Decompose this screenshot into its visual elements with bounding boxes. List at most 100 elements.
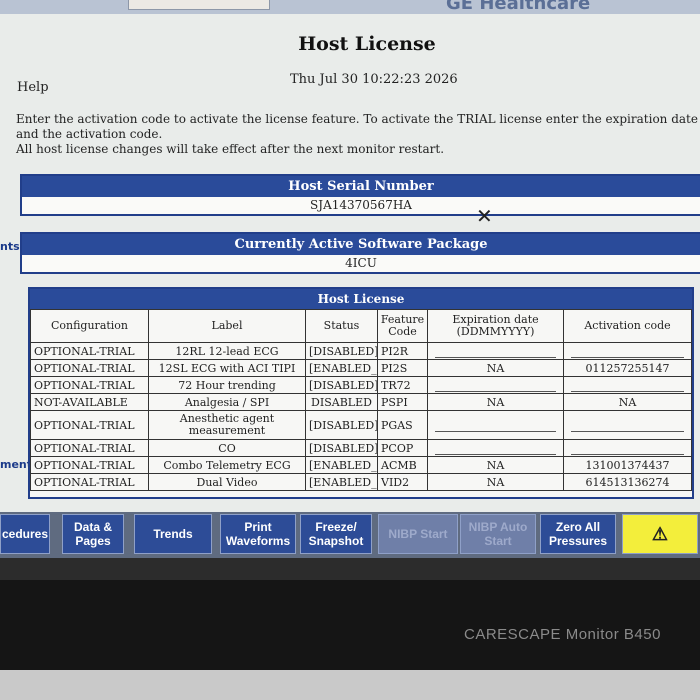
table-row: OPTIONAL-TRIAL Anesthetic agent measureme…	[30, 410, 692, 440]
empty-input-line[interactable]	[435, 345, 556, 358]
col-activation: Activation code	[563, 309, 692, 343]
close-icon[interactable]: ✕	[476, 204, 493, 228]
trends-button[interactable]: Trends	[134, 514, 212, 554]
empty-input-line[interactable]	[435, 442, 556, 455]
expiration-date-field[interactable]: NA	[427, 359, 564, 377]
cell-configuration: NOT-AVAILABLE	[30, 393, 149, 411]
bezel-shine	[0, 558, 700, 580]
software-package-value: 4ICU	[345, 256, 377, 270]
nibp-start-button[interactable]: NIBP Start	[378, 514, 458, 554]
license-table-header: Host License	[30, 289, 692, 309]
table-row: OPTIONAL-TRIAL Combo Telemetry ECG [ENABLE…	[30, 456, 692, 474]
expiration-date-field[interactable]: NA	[427, 456, 564, 474]
expiration-date-field[interactable]: NA	[427, 473, 564, 491]
cell-label: 12SL ECG with ACI TIPI	[148, 359, 306, 377]
col-label: Label	[148, 309, 306, 343]
cell-feature-code: PSPI	[377, 393, 428, 411]
empty-input-line[interactable]	[435, 419, 556, 432]
col-expiration: Expiration date (DDMMYYYY)	[427, 309, 564, 343]
empty-input-line[interactable]	[571, 345, 684, 358]
expiration-date-field[interactable]	[427, 376, 564, 394]
empty-input-line[interactable]	[571, 419, 684, 432]
cell-configuration: OPTIONAL-TRIAL	[30, 359, 149, 377]
table-row: NOT-AVAILABLE Analgesia / SPI DISABLED PSPI…	[30, 393, 692, 411]
instructions: Enter the activation code to activate th…	[16, 112, 700, 157]
serial-number-value: SJA14370567HA	[310, 198, 412, 212]
cell-status: [DISABLED]	[305, 410, 378, 440]
empty-input-line[interactable]	[571, 442, 684, 455]
activation-code-field[interactable]	[563, 376, 692, 394]
device-model-label: CARESCAPE Monitor B450	[464, 626, 661, 643]
help-label[interactable]: Help	[17, 80, 49, 95]
cell-status: [DISABLED]	[305, 376, 378, 394]
table-row: OPTIONAL-TRIAL 72 Hour trending [DISABLED]…	[30, 376, 692, 394]
cell-configuration: OPTIONAL-TRIAL	[30, 473, 149, 491]
cell-feature-code: TR72	[377, 376, 428, 394]
cell-status: DISABLED	[305, 393, 378, 411]
col-status: Status	[305, 309, 378, 343]
table-row: OPTIONAL-TRIAL 12SL ECG with ACI TIPI [ENA…	[30, 359, 692, 377]
software-package-header: Currently Active Software Package	[22, 234, 700, 255]
expiration-date-field[interactable]	[427, 410, 564, 440]
alarm-silence-icon[interactable]: ⚠	[622, 514, 698, 554]
table-row: OPTIONAL-TRIAL 12RL 12-lead ECG [DISABLED]…	[30, 342, 692, 360]
cell-configuration: OPTIONAL-TRIAL	[30, 456, 149, 474]
expiration-date-field[interactable]: NA	[427, 393, 564, 411]
col-configuration: Configuration	[30, 309, 149, 343]
monitor-screen: GE Healthcare Host License Thu Jul 30 10…	[0, 0, 700, 558]
cell-feature-code: PI2S	[377, 359, 428, 377]
top-tab[interactable]	[128, 0, 270, 10]
brand-logo: GE Healthcare	[446, 0, 591, 14]
freeze-snapshot-button[interactable]: Freeze/ Snapshot	[300, 514, 372, 554]
col-feature-code: Feature Code	[377, 309, 428, 343]
expiration-date-field[interactable]	[427, 439, 564, 457]
print-waveforms-button[interactable]: Print Waveforms	[220, 514, 296, 554]
activation-code-field[interactable]: NA	[563, 393, 692, 411]
cell-label: CO	[148, 439, 306, 457]
activation-code-field[interactable]: 614513136274	[563, 473, 692, 491]
cell-configuration: OPTIONAL-TRIAL	[30, 376, 149, 394]
table-row: OPTIONAL-TRIAL Dual Video [ENABLED_] VID2 NA…	[30, 473, 692, 491]
activation-code-field[interactable]	[563, 410, 692, 440]
software-package-box: Currently Active Software Package 4ICU	[20, 232, 700, 274]
expiration-date-field[interactable]	[427, 342, 564, 360]
datetime: Thu Jul 30 10:22:23 2026	[290, 72, 458, 87]
cell-feature-code: PI2R	[377, 342, 428, 360]
activation-code-field[interactable]	[563, 342, 692, 360]
cell-status: [ENABLED_]	[305, 359, 378, 377]
nibp-auto-start-button[interactable]: NIBP Auto Start	[460, 514, 536, 554]
monitor-bottom-edge	[0, 670, 700, 700]
cell-configuration: OPTIONAL-TRIAL	[30, 439, 149, 457]
instruction-line: Enter the activation code to activate th…	[16, 112, 698, 141]
cell-configuration: OPTIONAL-TRIAL	[30, 342, 149, 360]
cell-label: Analgesia / SPI	[148, 393, 306, 411]
cell-feature-code: PCOP	[377, 439, 428, 457]
activation-code-field[interactable]: 011257255147	[563, 359, 692, 377]
cell-status: [ENABLED_]	[305, 473, 378, 491]
cell-feature-code: VID2	[377, 473, 428, 491]
serial-number-header: Host Serial Number	[22, 176, 700, 197]
cell-label: Dual Video	[148, 473, 306, 491]
cell-configuration: OPTIONAL-TRIAL	[30, 410, 149, 440]
activation-code-field[interactable]: 131001374437	[563, 456, 692, 474]
empty-input-line[interactable]	[571, 379, 684, 392]
side-label-nts: nts	[0, 240, 20, 253]
cell-feature-code: PGAS	[377, 410, 428, 440]
cell-status: [DISABLED]	[305, 342, 378, 360]
cell-label: 72 Hour trending	[148, 376, 306, 394]
page-title: Host License	[298, 33, 436, 55]
cell-status: [ENABLED_]	[305, 456, 378, 474]
host-license-table: Host License Configuration Label Status …	[28, 287, 694, 499]
cell-label: 12RL 12-lead ECG	[148, 342, 306, 360]
activation-code-field[interactable]	[563, 439, 692, 457]
top-strip: GE Healthcare	[0, 0, 700, 14]
table-row: OPTIONAL-TRIAL CO [DISABLED] PCOP	[30, 439, 692, 457]
serial-number-box: Host Serial Number SJA14370567HA	[20, 174, 700, 216]
procedures-button[interactable]: cedures	[0, 514, 50, 554]
cell-status: [DISABLED]	[305, 439, 378, 457]
empty-input-line[interactable]	[435, 379, 556, 392]
zero-all-pressures-button[interactable]: Zero All Pressures	[540, 514, 616, 554]
cell-feature-code: ACMB	[377, 456, 428, 474]
cell-label: Combo Telemetry ECG	[148, 456, 306, 474]
data-pages-button[interactable]: Data & Pages	[62, 514, 124, 554]
